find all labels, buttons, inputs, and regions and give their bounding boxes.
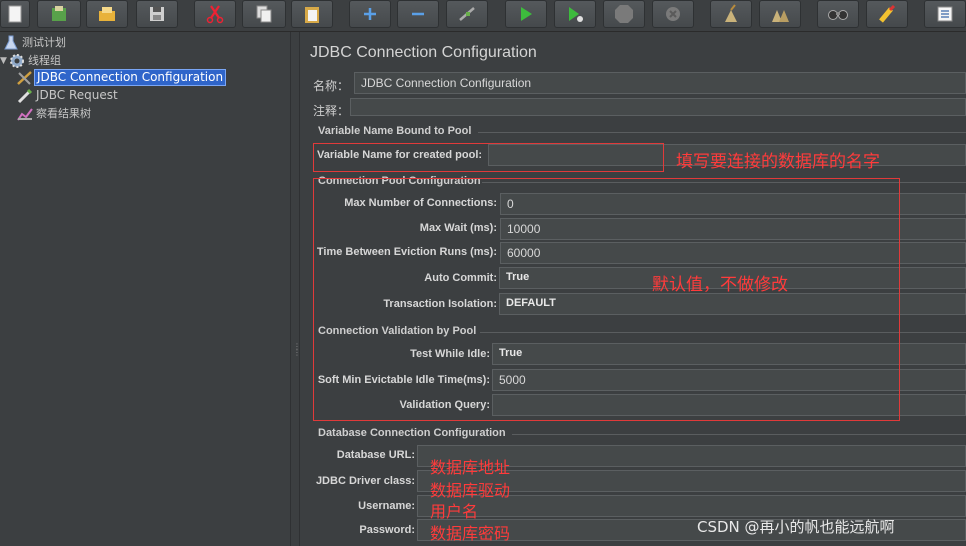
test-plan-icon (2, 34, 20, 51)
start-icon (521, 7, 532, 21)
clear-button[interactable] (710, 0, 752, 28)
comment-input[interactable] (350, 98, 966, 116)
annotation-box-pool-name (313, 143, 664, 172)
tree-item-thread-group[interactable]: ▼ 线程组 (0, 52, 63, 69)
copy-button[interactable] (242, 0, 286, 28)
save-icon (150, 7, 164, 21)
username-label: Username: (358, 500, 415, 512)
annotation-pool-name: 填写要连接的数据库的名字 (676, 152, 880, 172)
tree-item-label: 察看结果树 (36, 107, 91, 120)
comment-label: 注释： (313, 104, 350, 118)
save-button[interactable] (136, 0, 178, 28)
reset-search-icon (879, 4, 896, 23)
new-icon (8, 5, 22, 23)
annotation-defaults: 默认值，不做修改 (652, 275, 788, 295)
test-plan-tree: 测试计划 ▼ 线程组 JDBC Connection Configuration… (0, 32, 290, 546)
section-divider (512, 434, 966, 435)
expand-button[interactable] (349, 0, 391, 28)
paste-icon (305, 7, 319, 23)
section-title-database: Database Connection Configuration (318, 427, 506, 439)
open-icon (99, 7, 115, 21)
shutdown-icon (666, 7, 680, 21)
clear-all-icon (772, 10, 789, 22)
toggle-button[interactable] (446, 0, 488, 28)
start-no-pause-button[interactable] (554, 0, 596, 28)
expand-icon (364, 8, 376, 20)
tree-item-jdbc-config[interactable]: JDBC Connection Configuration (16, 69, 227, 86)
annotation-password: 数据库密码 (430, 524, 511, 543)
copy-icon (256, 5, 272, 23)
stop-icon (615, 5, 633, 23)
toolbar (0, 0, 966, 32)
paste-button[interactable] (291, 0, 333, 28)
collapse-button[interactable] (397, 0, 439, 28)
section-title-variable: Variable Name Bound to Pool (318, 125, 472, 137)
cut-button[interactable] (194, 0, 236, 28)
listener-icon (16, 105, 34, 122)
shutdown-button[interactable] (652, 0, 694, 28)
start-no-pause-icon (569, 7, 583, 22)
tree-item-label: 测试计划 (22, 36, 66, 49)
reset-search-button[interactable] (866, 0, 908, 28)
jdbc-driver-label: JDBC Driver class: (315, 475, 415, 487)
config-element-icon (16, 69, 34, 86)
collapse-icon (412, 12, 424, 16)
tree-toggle-icon[interactable]: ▼ (0, 56, 8, 66)
new-button[interactable] (0, 0, 30, 28)
clear-icon (725, 4, 737, 22)
tree-item-test-plan[interactable]: 测试计划 (2, 34, 68, 51)
annotation-username: 用户名 (430, 502, 479, 521)
password-label: Password: (359, 524, 415, 536)
search-button[interactable] (817, 0, 859, 28)
function-helper-icon (937, 6, 953, 22)
cut-icon (206, 5, 224, 24)
thread-group-icon (8, 52, 26, 69)
toggle-icon (459, 7, 475, 21)
function-helper-button[interactable] (924, 0, 966, 28)
page-title: JDBC Connection Configuration (310, 44, 537, 61)
tree-item-label: 线程组 (28, 54, 61, 67)
tree-item-jdbc-request[interactable]: JDBC Request (16, 87, 120, 104)
annotation-box-defaults (313, 178, 900, 421)
watermark: CSDN @再小的帆也能远航啊 (697, 518, 895, 536)
start-button[interactable] (505, 0, 547, 28)
sampler-icon (16, 87, 34, 104)
templates-icon (52, 6, 66, 21)
annotation-url: 数据库地址 (430, 458, 511, 477)
tree-item-label: JDBC Connection Configuration (34, 69, 227, 86)
clear-all-button[interactable] (759, 0, 801, 28)
panel-splitter[interactable]: ⋮ ⋮ (290, 32, 301, 546)
tree-item-view-results-tree[interactable]: 察看结果树 (16, 105, 93, 122)
templates-button[interactable] (37, 0, 81, 28)
tree-item-label: JDBC Request (36, 88, 118, 102)
name-label: 名称： (313, 79, 350, 93)
open-button[interactable] (86, 0, 128, 28)
database-url-label: Database URL: (336, 449, 415, 461)
name-input[interactable]: JDBC Connection Configuration (354, 72, 966, 94)
search-icon (828, 10, 848, 20)
stop-button[interactable] (603, 0, 645, 28)
section-divider (478, 132, 966, 133)
